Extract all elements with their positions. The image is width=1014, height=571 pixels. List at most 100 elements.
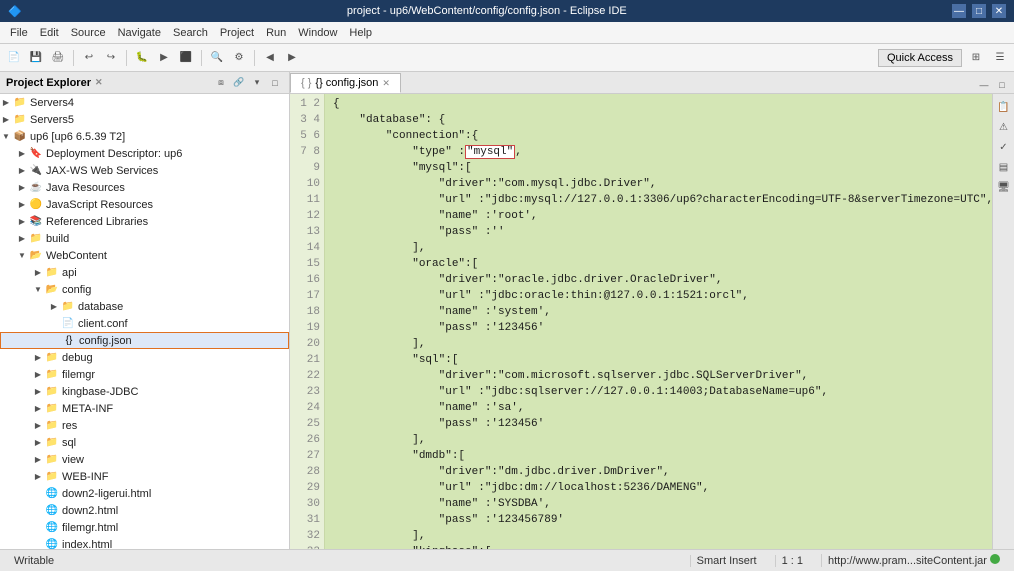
tree-toggle-debug[interactable]: ▶ — [32, 352, 44, 364]
menu-window[interactable]: Window — [292, 25, 343, 41]
tree-toggle-kingbase-jdbc[interactable]: ▶ — [32, 386, 44, 398]
code-line-2: "database": { — [333, 112, 984, 128]
tree-toggle-meta-inf[interactable]: ▶ — [32, 403, 44, 415]
tree-toggle-filemgr[interactable]: ▶ — [32, 369, 44, 381]
tree-toggle-servers4[interactable]: ▶ — [0, 97, 12, 109]
tree-toggle-down2[interactable] — [32, 505, 44, 517]
code-content[interactable]: { "database": { "connection":{ "type" :"… — [325, 94, 992, 549]
tree-item-down2[interactable]: 🌐down2.html — [0, 502, 289, 519]
toolbar-redo[interactable]: ↪ — [101, 48, 121, 68]
toolbar-prev[interactable]: ◀ — [260, 48, 280, 68]
tree-item-kingbase-jdbc[interactable]: ▶📁kingbase-JDBC — [0, 383, 289, 400]
tree-item-index[interactable]: 🌐index.html — [0, 536, 289, 549]
tree-toggle-res[interactable]: ▶ — [32, 420, 44, 432]
menu-help[interactable]: Help — [343, 25, 378, 41]
tree-label-res: res — [62, 420, 77, 432]
tree-toggle-javascript-resources[interactable]: ▶ — [16, 199, 28, 211]
perspective-button[interactable]: ☰ — [990, 48, 1010, 68]
tree-item-up6[interactable]: ▼📦up6 [up6 6.5.39 T2] — [0, 128, 289, 145]
outline-button[interactable]: 📋 — [995, 98, 1013, 116]
tree-toggle-web-inf[interactable]: ▶ — [32, 471, 44, 483]
tree-item-referenced-libraries[interactable]: ▶📚Referenced Libraries — [0, 213, 289, 230]
tree-toggle-referenced-libraries[interactable]: ▶ — [16, 216, 28, 228]
tree-item-filemgr-html[interactable]: 🌐filemgr.html — [0, 519, 289, 536]
tree-item-java-resources[interactable]: ▶☕Java Resources — [0, 179, 289, 196]
toolbar-stop[interactable]: ⬛ — [176, 48, 196, 68]
console-button[interactable]: ▤ — [995, 158, 1013, 176]
tab-close-button[interactable]: ✕ — [382, 78, 390, 89]
tree-toggle-up6[interactable]: ▼ — [0, 131, 12, 143]
menu-source[interactable]: Source — [65, 25, 112, 41]
toolbar-new[interactable]: 📄 — [4, 48, 24, 68]
tree-toggle-config-json[interactable] — [49, 335, 61, 347]
tree-item-jax-ws[interactable]: ▶🔌JAX-WS Web Services — [0, 162, 289, 179]
tree-item-webcontent[interactable]: ▼📂WebContent — [0, 247, 289, 264]
title-bar: 🔷 project - up6/WebContent/config/config… — [0, 0, 1014, 22]
tree-item-debug[interactable]: ▶📁debug — [0, 349, 289, 366]
project-tree[interactable]: ▶📁Servers4▶📁Servers5▼📦up6 [up6 6.5.39 T2… — [0, 94, 289, 549]
tab-config-json[interactable]: { } {} config.json ✕ — [290, 73, 401, 93]
tasks-button[interactable]: ✓ — [995, 138, 1013, 156]
tree-item-meta-inf[interactable]: ▶📁META-INF — [0, 400, 289, 417]
tree-toggle-client-conf[interactable] — [48, 318, 60, 330]
quick-access-button[interactable]: Quick Access — [878, 49, 962, 67]
tree-item-filemgr[interactable]: ▶📁filemgr — [0, 366, 289, 383]
toolbar-print[interactable]: 🖨 — [48, 48, 68, 68]
tree-toggle-build[interactable]: ▶ — [16, 233, 28, 245]
menu-project[interactable]: Project — [214, 25, 260, 41]
tree-toggle-servers5[interactable]: ▶ — [0, 114, 12, 126]
toolbar-save[interactable]: 💾 — [26, 48, 46, 68]
collapse-all-button[interactable]: ⧈ — [213, 75, 229, 91]
tree-toggle-config[interactable]: ▼ — [32, 284, 44, 296]
tree-toggle-jax-ws[interactable]: ▶ — [16, 165, 28, 177]
tree-toggle-deployment[interactable]: ▶ — [16, 148, 28, 160]
panel-menu-button[interactable]: ▾ — [249, 75, 265, 91]
panel-max-button[interactable]: □ — [267, 75, 283, 91]
editor-minimize-button[interactable]: — — [976, 77, 992, 93]
toolbar-refactor[interactable]: ⚙ — [229, 48, 249, 68]
tree-toggle-index[interactable] — [32, 539, 44, 550]
tree-item-sql[interactable]: ▶📁sql — [0, 434, 289, 451]
servers-button[interactable]: 🖥 — [995, 178, 1013, 196]
link-editor-button[interactable]: 🔗 — [231, 75, 247, 91]
open-perspective-button[interactable]: ⊞ — [966, 48, 986, 68]
tree-item-client-conf[interactable]: 📄client.conf — [0, 315, 289, 332]
code-line-12: "driver":"oracle.jdbc.driver.OracleDrive… — [333, 272, 984, 288]
menu-file[interactable]: File — [4, 25, 34, 41]
toolbar-next[interactable]: ▶ — [282, 48, 302, 68]
tree-item-database[interactable]: ▶📁database — [0, 298, 289, 315]
tree-toggle-sql[interactable]: ▶ — [32, 437, 44, 449]
problems-button[interactable]: ⚠ — [995, 118, 1013, 136]
maximize-button[interactable]: □ — [972, 4, 986, 18]
tree-toggle-database[interactable]: ▶ — [48, 301, 60, 313]
menu-edit[interactable]: Edit — [34, 25, 65, 41]
toolbar-run[interactable]: ▶ — [154, 48, 174, 68]
tree-item-servers5[interactable]: ▶📁Servers5 — [0, 111, 289, 128]
tree-toggle-api[interactable]: ▶ — [32, 267, 44, 279]
tree-item-view[interactable]: ▶📁view — [0, 451, 289, 468]
menu-run[interactable]: Run — [260, 25, 292, 41]
tree-item-down2-ligerui[interactable]: 🌐down2-ligerui.html — [0, 485, 289, 502]
tree-toggle-java-resources[interactable]: ▶ — [16, 182, 28, 194]
tree-toggle-down2-ligerui[interactable] — [32, 488, 44, 500]
toolbar-undo[interactable]: ↩ — [79, 48, 99, 68]
tree-item-servers4[interactable]: ▶📁Servers4 — [0, 94, 289, 111]
tree-toggle-webcontent[interactable]: ▼ — [16, 250, 28, 262]
toolbar-debug[interactable]: 🐛 — [132, 48, 152, 68]
editor-max-button[interactable]: □ — [994, 77, 1010, 93]
tree-item-config-json[interactable]: {}config.json — [0, 332, 289, 349]
tree-item-config[interactable]: ▼📂config — [0, 281, 289, 298]
tree-item-web-inf[interactable]: ▶📁WEB-INF — [0, 468, 289, 485]
tree-item-javascript-resources[interactable]: ▶🟡JavaScript Resources — [0, 196, 289, 213]
tree-item-res[interactable]: ▶📁res — [0, 417, 289, 434]
tree-toggle-view[interactable]: ▶ — [32, 454, 44, 466]
minimize-button[interactable]: — — [952, 4, 966, 18]
tree-item-deployment[interactable]: ▶🔖Deployment Descriptor: up6 — [0, 145, 289, 162]
tree-item-api[interactable]: ▶📁api — [0, 264, 289, 281]
menu-navigate[interactable]: Navigate — [112, 25, 167, 41]
close-button[interactable]: ✕ — [992, 4, 1006, 18]
toolbar-search[interactable]: 🔍 — [207, 48, 227, 68]
menu-search[interactable]: Search — [167, 25, 214, 41]
tree-item-build[interactable]: ▶📁build — [0, 230, 289, 247]
tree-toggle-filemgr-html[interactable] — [32, 522, 44, 534]
